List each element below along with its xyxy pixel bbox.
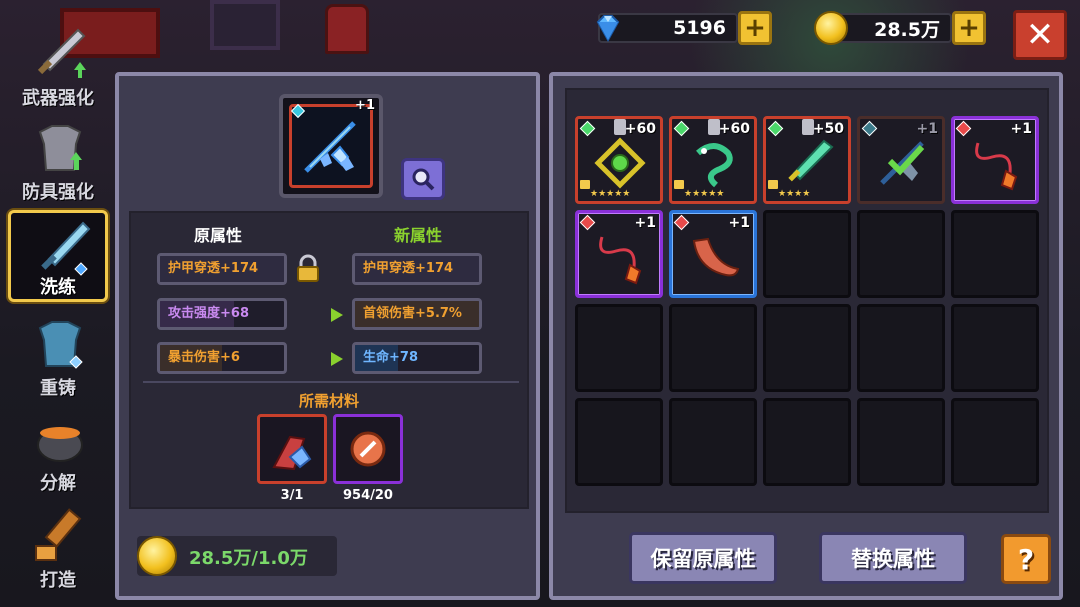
fire-whip-icon [975,142,1018,191]
materials-title: 所需材料 [298,392,359,410]
reforge-stone-icon [350,431,386,467]
inventory-slot-4[interactable]: +1 [857,116,945,204]
nav-label: 分解 [40,473,76,494]
equipped-check-icon [887,144,925,176]
jade-sword-icon [788,139,834,182]
recast-armor-icon [38,321,83,369]
reforge-panel: +1 原属性 新属性 护甲穿透+174 攻击强度+68 暴击伤害+6 护甲穿透+… [115,72,540,600]
green-gem-ring-icon [594,137,646,189]
arrow-right-icon [331,352,343,366]
arrow-right-icon [331,308,343,322]
nav-decompose[interactable]: 分解 [8,403,108,495]
nav-label: 重铸 [40,378,76,399]
material-slot-2[interactable] [333,414,403,484]
reforge-sword-icon [41,221,91,276]
new-stat-2: 首领伤害+5.7% [352,298,482,330]
inventory-grid: +60 ★★★★★ +60 ★★★★★ +50 ★★★★ +1 +1 +1 +1 [565,88,1049,513]
nav-reforge[interactable]: 洗练 [8,210,108,302]
lock-icon [768,180,778,189]
inventory-slot-5[interactable]: +1 [951,116,1039,204]
inventory-slot-3[interactable]: +50 ★★★★ [763,116,851,204]
inspect-button[interactable] [401,158,445,200]
inventory-slot-empty[interactable] [669,398,757,486]
nav-forge[interactable]: 打造 [8,500,108,592]
replace-attributes-button[interactable]: 替换属性 [819,532,967,584]
add-gems-button[interactable]: + [738,11,772,45]
inventory-slot-7[interactable]: +1 [669,210,757,298]
divider [143,381,519,383]
gold-coin-icon [137,536,177,576]
armor-upgrade-icon [38,125,82,171]
inventory-slot-empty[interactable] [857,398,945,486]
help-button[interactable]: ? [1001,534,1051,584]
inventory-slot-empty[interactable] [951,210,1039,298]
original-stat-1: 护甲穿透+174 [157,253,287,285]
weapon-level: +1 [355,98,375,113]
gold-coin-icon [814,11,848,45]
new-stat-3: 生命+78 [352,342,482,374]
forge-hammer-icon [35,508,82,561]
gold-cost-bar: 28.5万/1.0万 [137,536,337,576]
inventory-slot-empty[interactable] [857,304,945,392]
nav-armor-upgrade[interactable]: 防具强化 [8,112,108,204]
gold-currency: 28.5万 + [814,10,986,46]
new-stats-title: 新属性 [394,226,443,245]
inventory-slot-6[interactable]: +1 [575,210,663,298]
selected-weapon-slot[interactable]: +1 [279,94,383,198]
material-count-1: 3/1 [280,488,304,503]
gold-cost-text: 28.5万/1.0万 [189,548,308,569]
lock-icon [580,180,590,189]
material-count-2: 954/20 [343,488,393,503]
nav-label: 洗练 [40,277,76,298]
original-stats-title: 原属性 [194,226,243,245]
sword-upgrade-icon [37,28,86,78]
nav-recast[interactable]: 重铸 [8,308,108,400]
cauldron-icon [37,427,83,462]
lock-stat-icon[interactable] [293,254,323,284]
ice-crossbow-icon [304,121,356,173]
gem-currency: 5196 + [596,10,772,46]
magnifier-icon [412,168,435,191]
inventory-slot-empty[interactable] [575,304,663,392]
original-stat-2: 攻击强度+68 [157,298,287,330]
add-gold-button[interactable]: + [952,11,986,45]
lock-icon [674,180,684,189]
inventory-slot-empty[interactable] [669,304,757,392]
inventory-slot-2[interactable]: +60 ★★★★★ [669,116,757,204]
original-stat-3: 暴击伤害+6 [157,342,287,374]
inventory-slot-empty[interactable] [951,398,1039,486]
nav-label: 武器强化 [22,88,94,109]
inventory-slot-empty[interactable] [763,210,851,298]
nav-label: 防具强化 [22,182,94,203]
inventory-slot-empty[interactable] [575,398,663,486]
inventory-slot-empty[interactable] [763,304,851,392]
wall-frame-decoration [210,0,280,50]
nav-label: 打造 [40,570,76,591]
snake-icon [696,143,733,188]
material-slot-1[interactable] [257,414,327,484]
new-stat-1: 护甲穿透+174 [352,253,482,285]
inventory-panel: +60 ★★★★★ +60 ★★★★★ +50 ★★★★ +1 +1 +1 +1… [549,72,1063,600]
keep-original-button[interactable]: 保留原属性 [629,532,777,584]
weapon-shard-icon [272,435,312,471]
fire-whip-icon [599,236,642,285]
side-navigation: 武器强化 防具强化 洗练 重铸 分解 打造 [0,0,110,607]
inventory-slot-empty[interactable] [763,398,851,486]
inventory-slot-empty[interactable] [951,304,1039,392]
nav-weapon-upgrade[interactable]: 武器强化 [8,18,108,110]
throne-decoration [325,4,369,54]
inventory-slot-1[interactable]: +60 ★★★★★ [575,116,663,204]
close-button[interactable]: ✕ [1013,10,1067,60]
inventory-slot-empty[interactable] [857,210,945,298]
diamond-icon [596,15,620,43]
boomerang-icon [692,237,740,277]
